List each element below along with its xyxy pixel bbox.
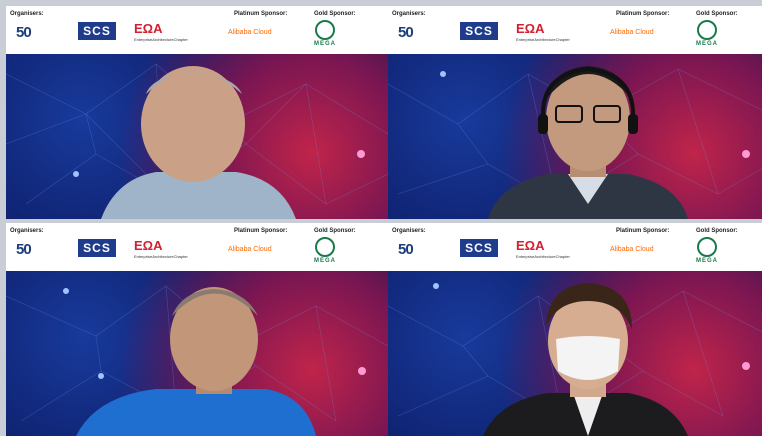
participant-tile-2[interactable]: Organisers: Platinum Sponsor: Gold Spons… [388,6,762,219]
eaa-logo: EΩA EnterpriseArchitectureChapter [134,21,188,42]
mega-logo: MEGA [314,20,336,47]
alibaba-cloud-logo: Alibaba Cloud [228,246,272,253]
scs-logo: SCS [460,239,498,257]
participant-tile-4[interactable]: Organisers: Platinum Sponsor: Gold Spons… [388,223,762,436]
organisers-label: Organisers: [392,228,426,234]
gold-sponsor-label: Gold Sponsor: [696,228,738,234]
anniversary-logo: 50 [16,24,32,41]
sponsor-banner: Organisers: Platinum Sponsor: Gold Spons… [388,6,762,55]
mega-logo: MEGA [314,237,336,264]
participant-silhouette [76,287,316,436]
organisers-label: Organisers: [10,11,44,17]
anniversary-logo: 50 [16,241,32,258]
gold-sponsor-label: Gold Sponsor: [314,11,356,17]
participant-tile-1[interactable]: Organisers: Platinum Sponsor: Gold Spons… [6,6,388,219]
mega-logo: MEGA [696,237,718,264]
participant-silhouette [483,283,688,436]
mega-logo: MEGA [696,20,718,47]
eaa-logo: EΩA EnterpriseArchitectureChapter [516,21,570,42]
scs-logo: SCS [78,22,116,40]
anniversary-logo: 50 [398,241,414,258]
participant-silhouette [488,66,688,219]
scs-logo: SCS [460,22,498,40]
participant-tile-3[interactable]: Organisers: Platinum Sponsor: Gold Spons… [6,223,388,436]
eaa-logo: EΩA EnterpriseArchitectureChapter [516,238,570,259]
alibaba-cloud-logo: Alibaba Cloud [610,246,654,253]
gold-sponsor-label: Gold Sponsor: [314,228,356,234]
video-call-grid: Organisers: Platinum Sponsor: Gold Spons… [6,6,762,436]
alibaba-cloud-logo: Alibaba Cloud [610,29,654,36]
eaa-logo: EΩA EnterpriseArchitectureChapter [134,238,188,259]
participant-silhouette [101,66,296,219]
platinum-sponsor-label: Platinum Sponsor: [234,228,288,234]
sponsor-banner: Organisers: Platinum Sponsor: Gold Spons… [6,6,388,55]
participant-video [388,271,762,436]
anniversary-logo: 50 [398,24,414,41]
participant-video [6,271,388,436]
platinum-sponsor-label: Platinum Sponsor: [234,11,288,17]
sponsor-banner: Organisers: Platinum Sponsor: Gold Spons… [6,223,388,272]
platinum-sponsor-label: Platinum Sponsor: [616,11,670,17]
organisers-label: Organisers: [10,228,44,234]
organisers-label: Organisers: [392,11,426,17]
participant-video [388,54,762,219]
alibaba-cloud-logo: Alibaba Cloud [228,29,272,36]
scs-logo: SCS [78,239,116,257]
participant-video [6,54,388,219]
gold-sponsor-label: Gold Sponsor: [696,11,738,17]
sponsor-banner: Organisers: Platinum Sponsor: Gold Spons… [388,223,762,272]
platinum-sponsor-label: Platinum Sponsor: [616,228,670,234]
